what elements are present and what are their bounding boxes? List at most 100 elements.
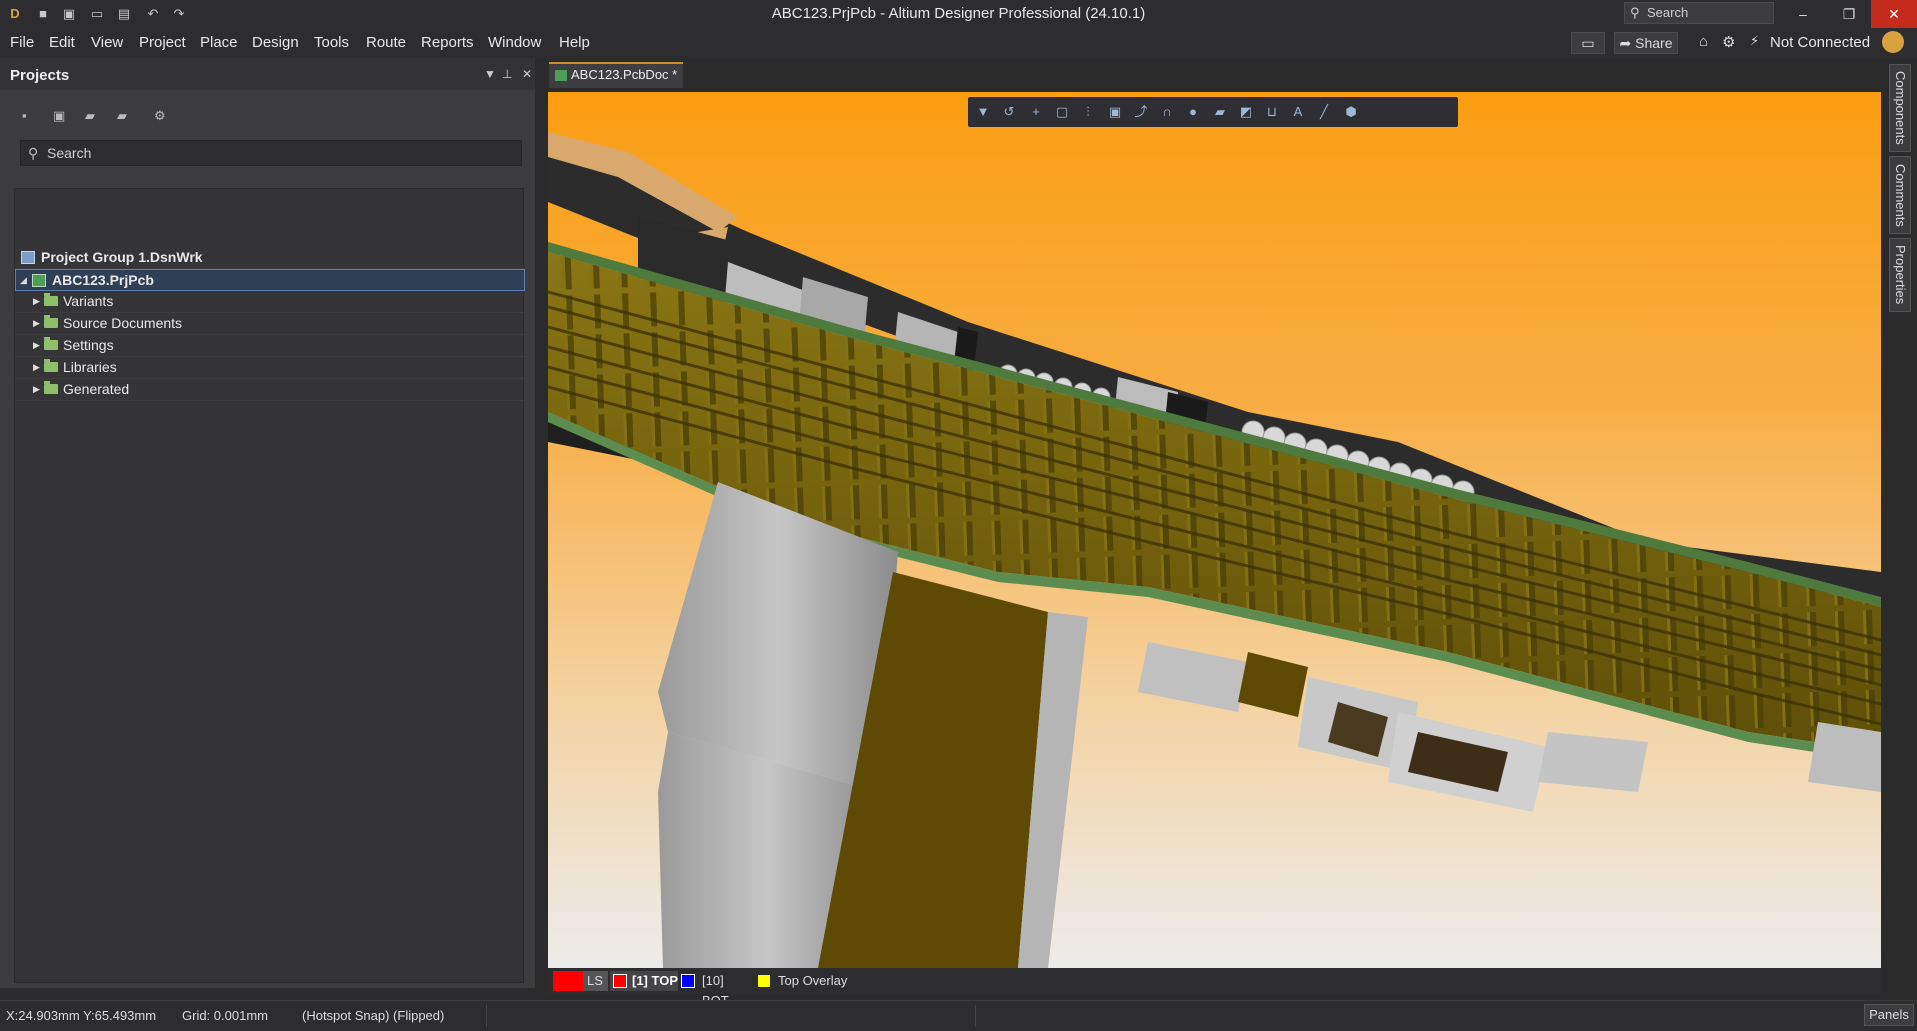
panel-settings-icon[interactable]: ⚙ (154, 108, 170, 124)
folder-icon (44, 381, 58, 394)
active-bar-toolbar: ▼ ↺ + ▢ ⫶ ▣ ⤴ ∩ ● ▰ ◩ ⊔ A ╱ ⬢ (968, 97, 1458, 127)
layer-tab-top[interactable]: [1] TOP (610, 971, 678, 991)
layer-tab-top-overlay[interactable]: Top Overlay (758, 971, 848, 991)
folder-icon (44, 315, 58, 328)
project-search-placeholder: Search (47, 145, 92, 161)
tree-item-label: ABC123.PrjPcb (52, 272, 154, 288)
global-search-placeholder: Search (1647, 5, 1689, 20)
tree-item-libraries[interactable]: ▶ Libraries (15, 357, 525, 379)
tree-item-variants[interactable]: ▶ Variants (15, 291, 525, 313)
avatar[interactable] (1882, 31, 1904, 53)
panel-menu-icon[interactable]: ▼ (484, 67, 496, 81)
select-area-icon[interactable]: ▢ (1053, 104, 1071, 120)
minimize-icon[interactable]: – (1780, 0, 1826, 28)
tree-item-settings[interactable]: ▶ Settings (15, 335, 525, 357)
place-via-icon[interactable]: ● (1184, 104, 1202, 120)
tab-pcbdoc[interactable]: ABC123.PcbDoc * (549, 62, 683, 88)
tree-item-generated[interactable]: ▶ Generated (15, 379, 525, 401)
filter-icon[interactable]: ▼ (974, 104, 992, 120)
bottom-layer-swatch (681, 974, 695, 988)
global-search-input[interactable]: ⚲ Search (1624, 2, 1774, 24)
panel-close-icon[interactable]: ✕ (522, 67, 532, 81)
share-label: Share (1635, 35, 1673, 51)
menu-reports[interactable]: Reports (421, 34, 474, 51)
tree-item-label: Source Documents (63, 315, 183, 331)
menu-route[interactable]: Route (366, 34, 406, 51)
tree-item-project-group[interactable]: Project Group 1.DsnWrk (15, 247, 525, 269)
route-icon[interactable]: ⤴ (1132, 104, 1150, 120)
select-connected-icon[interactable]: ↺ (1000, 104, 1018, 120)
compile-icon[interactable]: ▣ (53, 108, 69, 124)
tree-item-label: Generated (63, 381, 130, 397)
share-button[interactable]: ➦ Share (1614, 32, 1678, 54)
menu-help[interactable]: Help (559, 34, 590, 51)
3d-body-icon[interactable]: ⬢ (1342, 104, 1360, 120)
tree-item-project[interactable]: ◢ ABC123.PrjPcb (15, 269, 525, 291)
crosshair-icon[interactable]: + (1027, 104, 1045, 120)
pcb-3d-render (548, 132, 1881, 968)
line-icon[interactable]: ╱ (1315, 104, 1333, 120)
tree-item-label: Project Group 1.DsnWrk (41, 249, 203, 265)
chevron-right-icon[interactable]: ▶ (33, 357, 40, 378)
feedback-icon[interactable]: ▭ (1571, 32, 1605, 54)
document-tab-strip: ABC123.PcbDoc * (545, 58, 1882, 92)
menu-project[interactable]: Project (139, 34, 186, 51)
status-bar: X:24.903mm Y:65.493mm Grid: 0.001mm (Hot… (0, 1000, 1917, 1031)
layer-tab-bot[interactable]: [10] BOT (681, 971, 752, 1008)
keepout-icon[interactable]: ◩ (1237, 104, 1255, 120)
menu-place[interactable]: Place (200, 34, 238, 51)
tab-components[interactable]: Components (1889, 64, 1911, 152)
menu-view[interactable]: View (91, 34, 123, 51)
panels-button[interactable]: Panels (1864, 1004, 1914, 1026)
chevron-right-icon[interactable]: ▶ (33, 335, 40, 356)
close-project-icon[interactable]: ▰ (117, 108, 133, 124)
status-divider (975, 1005, 976, 1027)
tree-item-label: Settings (63, 337, 114, 353)
layer-tab-bar: LS [1] TOP [10] BOT Top Overlay (548, 968, 1881, 1008)
tree-item-label: Variants (63, 293, 114, 309)
layer-tab-label: [1] TOP (632, 973, 678, 988)
chevron-right-icon[interactable]: ▶ (33, 313, 40, 334)
status-divider (486, 1005, 487, 1027)
pcb-3d-viewport[interactable]: ▼ ↺ + ▢ ⫶ ▣ ⤴ ∩ ● ▰ ◩ ⊔ A ╱ ⬢ (548, 92, 1881, 968)
menu-file[interactable]: File (10, 34, 34, 51)
title-bar: D ■ ▣ ▭ ▤ ↶ ↷ ABC123.PrjPcb - Altium Des… (0, 0, 1917, 28)
interactive-route-icon[interactable]: ∩ (1158, 104, 1176, 120)
chevron-right-icon[interactable]: ▶ (33, 379, 40, 400)
tree-item-source-documents[interactable]: ▶ Source Documents (15, 313, 525, 335)
menu-edit[interactable]: Edit (49, 34, 75, 51)
layer-set-label: LS (587, 973, 603, 988)
open-project-icon[interactable]: ▰ (85, 108, 101, 124)
gear-icon[interactable]: ⚙ (1722, 33, 1735, 51)
menu-tools[interactable]: Tools (314, 34, 349, 51)
dimension-icon[interactable]: ⊔ (1263, 104, 1281, 120)
connection-status[interactable]: Not Connected (1770, 34, 1870, 51)
pcb-project-icon (32, 274, 46, 287)
projects-panel: Projects ▼ ⊥ ✕ ▪ ▣ ▰ ▰ ⚙ ⚲ Search Projec… (0, 58, 535, 988)
home-icon[interactable]: ⌂ (1699, 33, 1708, 50)
tab-properties[interactable]: Properties (1889, 238, 1911, 312)
restore-icon[interactable]: ❐ (1826, 0, 1872, 28)
menu-design[interactable]: Design (252, 34, 299, 51)
layer-tab-label: Top Overlay (778, 973, 848, 988)
right-dock: Components Comments Properties (1882, 58, 1917, 998)
tab-comments[interactable]: Comments (1889, 156, 1911, 234)
place-component-icon[interactable]: ▣ (1106, 104, 1124, 120)
chevron-right-icon[interactable]: ▶ (33, 291, 40, 312)
folder-icon (44, 293, 58, 306)
menu-window[interactable]: Window (488, 34, 541, 51)
layer-set-tab[interactable]: LS (553, 971, 608, 991)
pin-icon[interactable]: ⊥ (502, 67, 512, 81)
align-icon[interactable]: ⫶ (1079, 104, 1097, 120)
disconnected-icon: ⚡ (1750, 33, 1760, 48)
folder-icon (44, 359, 58, 372)
expanded-caret-icon[interactable]: ◢ (20, 270, 27, 291)
menu-bar: File Edit View Project Place Design Tool… (0, 28, 1917, 58)
text-icon[interactable]: A (1289, 104, 1307, 120)
folder-icon (44, 337, 58, 350)
project-search-input[interactable]: ⚲ Search (20, 140, 522, 166)
close-icon[interactable]: ✕ (1871, 0, 1917, 28)
polygon-icon[interactable]: ▰ (1211, 104, 1229, 120)
save-project-icon[interactable]: ▪ (22, 108, 38, 124)
tree-item-label: Libraries (63, 359, 117, 375)
